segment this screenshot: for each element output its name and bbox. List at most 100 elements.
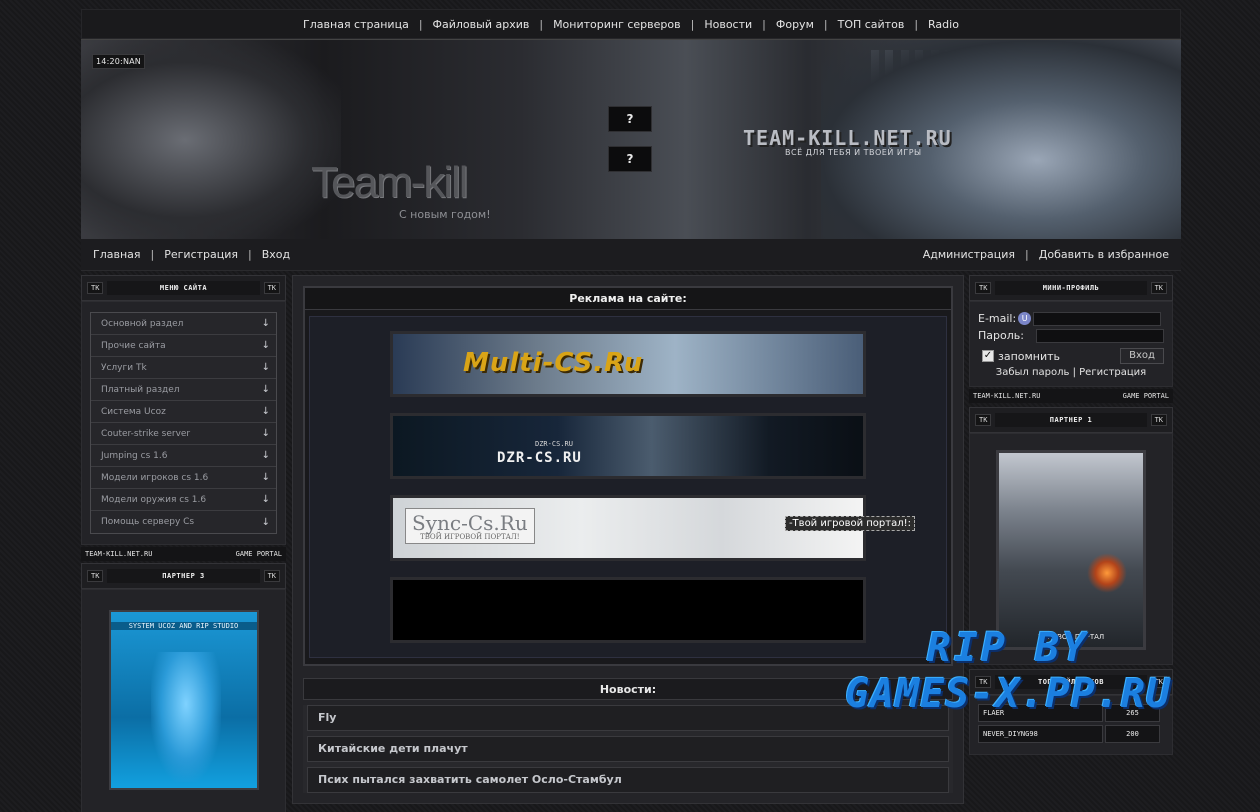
main-frame: Реклама на сайте: Multi-CS.Ru DZR-CS.RU … xyxy=(292,275,964,804)
auth-links: Забыл пароль | Регистрация xyxy=(978,367,1164,378)
banner-car-left-image xyxy=(81,40,341,239)
menu-item-label: Couter-strike server xyxy=(101,428,191,439)
site-menu-body: Основной раздел ↓ Прочие сайта ↓ Услуги Tk… xyxy=(81,301,286,545)
menu-item-server-help[interactable]: Помощь серверу Cs ↓ xyxy=(91,511,276,533)
partner1-banner[interactable]: ИГРОВОЙ ПОРТАЛ xyxy=(996,450,1146,650)
tk-badge: TK xyxy=(263,570,280,582)
banner-logo: Team-kill xyxy=(311,158,469,207)
top-uploader-count: 200 xyxy=(1105,725,1160,743)
ad-banner-dzr-cs[interactable]: DZR-CS.RU DZR-CS.RU xyxy=(390,413,866,479)
subnav-home[interactable]: Главная xyxy=(93,248,141,261)
menu-item-weapon-models[interactable]: Модели оружия cs 1.6 ↓ xyxy=(91,489,276,511)
menu-item-label: Услуги Tk xyxy=(101,362,147,373)
forgot-password-link[interactable]: Забыл пароль xyxy=(996,367,1070,378)
arrow-down-icon: ↓ xyxy=(261,516,270,528)
partner3-header: TK Партнер 3 TK xyxy=(81,563,286,589)
links-separator: | xyxy=(1072,367,1076,378)
menu-item-label: Модели игроков cs 1.6 xyxy=(101,472,209,483)
menu-item-label: Jumping cs 1.6 xyxy=(101,450,168,461)
email-row: E-mail: U xyxy=(978,310,1164,327)
menu-item-label: Платный раздел xyxy=(101,384,180,395)
strip-site-name: TEAM-KILL.NET.RU xyxy=(973,392,1041,400)
menu-item-other-sites[interactable]: Прочие сайта ↓ xyxy=(91,335,276,357)
arrow-down-icon: ↓ xyxy=(261,428,270,439)
portal-strip: TEAM-KILL.NET.RU GAME PORTAL xyxy=(969,389,1173,403)
partner3-body: SYSTEM UCOZ AND RIP STUDIO xyxy=(81,589,286,812)
menu-item-label: Прочие сайта xyxy=(101,340,166,351)
banner-question-button[interactable]: ? xyxy=(608,106,652,132)
nav-home[interactable]: Главная страница xyxy=(293,18,419,31)
site-menu: Основной раздел ↓ Прочие сайта ↓ Услуги Tk… xyxy=(90,312,277,534)
menu-item-jumping[interactable]: Jumping cs 1.6 ↓ xyxy=(91,445,276,467)
news-item[interactable]: Китайские дети плачут xyxy=(307,736,949,762)
partner3-banner[interactable]: SYSTEM UCOZ AND RIP STUDIO xyxy=(108,610,259,790)
nav-news[interactable]: Новости xyxy=(694,18,762,31)
nav-separator: | xyxy=(1025,248,1029,261)
mini-profile-header: TK Мини-профиль TK xyxy=(969,275,1173,301)
arrow-down-icon: ↓ xyxy=(261,472,270,483)
ucoz-icon: U xyxy=(1018,312,1032,325)
remember-row: ✓ запомнить Вход xyxy=(978,348,1164,364)
explosion-image xyxy=(1087,553,1127,593)
left-column: TK Меню сайта TK Основной раздел ↓ Прочие… xyxy=(81,275,286,812)
banner-question-button[interactable]: ? xyxy=(608,146,652,172)
top-navigation: Главная страница | Файловый архив | Монито… xyxy=(81,9,1181,39)
ad-banner-text: DZR-CS.RU xyxy=(497,450,582,466)
menu-item-label: Система Ucoz xyxy=(101,406,166,417)
menu-item-services[interactable]: Услуги Tk ↓ xyxy=(91,357,276,379)
login-button[interactable]: Вход xyxy=(1120,348,1164,364)
partner1-header: TK Партнер 1 TK xyxy=(969,407,1173,433)
nav-server-monitoring[interactable]: Мониторинг серверов xyxy=(543,18,691,31)
tk-badge: TK xyxy=(87,282,104,294)
ad-banner-logo: Sync-Cs.Ru ТВОЙ ИГРОВОЙ ПОРТАЛ! xyxy=(405,508,535,544)
subnav-left: Главная | Регистрация | Вход xyxy=(93,248,290,261)
email-label: E-mail: xyxy=(978,312,1017,325)
subnav-add-favorite[interactable]: Добавить в избранное xyxy=(1039,248,1169,261)
remember-checkbox[interactable]: ✓ xyxy=(982,350,994,362)
menu-item-ucoz-system[interactable]: Система Ucoz ↓ xyxy=(91,401,276,423)
remember-label: запомнить xyxy=(998,349,1061,363)
register-link[interactable]: Регистрация xyxy=(1079,367,1146,378)
ad-banner-multi-cs[interactable]: Multi-CS.Ru xyxy=(390,331,866,397)
email-field[interactable] xyxy=(1033,311,1162,326)
tk-badge: TK xyxy=(263,282,280,294)
arrow-down-icon: ↓ xyxy=(261,340,270,351)
portal-strip: TEAM-KILL.NET.RU GAME PORTAL xyxy=(81,547,286,561)
ads-title: Реклама на сайте: xyxy=(305,288,951,310)
arrow-down-icon: ↓ xyxy=(261,406,270,417)
nav-forum[interactable]: Форум xyxy=(766,18,824,31)
arrow-down-icon: ↓ xyxy=(261,318,270,329)
arrow-down-icon: ↓ xyxy=(261,450,270,461)
banner-site-subtitle: ВСЁ ДЛЯ ТЕБЯ И ТВОЕЙ ИГРЫ xyxy=(785,148,922,157)
subnav-register[interactable]: Регистрация xyxy=(164,248,238,261)
subnav-login[interactable]: Вход xyxy=(262,248,290,261)
login-form: E-mail: U Пароль: ✓ запомнить Вход Забыл… xyxy=(969,301,1173,387)
top-uploader-name[interactable]: NEVER_DIYNG98 xyxy=(978,725,1103,743)
nav-top-sites[interactable]: ТОП сайтов xyxy=(828,18,915,31)
menu-item-main-section[interactable]: Основной раздел ↓ xyxy=(91,313,276,335)
rip-watermark: RIP BY GAMES-X.PP.RU xyxy=(788,628,1228,714)
arrow-down-icon: ↓ xyxy=(261,494,270,505)
news-item[interactable]: Псих пытался захватить самолет Осло-Стам… xyxy=(307,767,949,793)
ad-banner-sync-cs[interactable]: Sync-Cs.Ru ТВОЙ ИГРОВОЙ ПОРТАЛ! -Твой игр… xyxy=(390,495,915,561)
password-field[interactable] xyxy=(1036,328,1164,343)
watermark-line2: GAMES-X.PP.RU xyxy=(844,671,1172,717)
menu-item-label: Помощь серверу Cs xyxy=(101,517,195,527)
subnav-right: Администрация | Добавить в избранное xyxy=(923,248,1169,261)
arrow-down-icon: ↓ xyxy=(261,362,270,373)
menu-item-player-models[interactable]: Модели игроков cs 1.6 ↓ xyxy=(91,467,276,489)
ad-banner-text: Multi-CS.Ru xyxy=(463,348,644,378)
menu-item-cs-server[interactable]: Couter-strike server ↓ xyxy=(91,423,276,445)
clock: 14:20:NAN xyxy=(92,54,145,69)
menu-item-paid-section[interactable]: Платный раздел ↓ xyxy=(91,379,276,401)
ads-box: Реклама на сайте: Multi-CS.Ru DZR-CS.RU … xyxy=(303,286,953,666)
menu-item-label: Основной раздел xyxy=(101,318,184,329)
nav-file-archive[interactable]: Файловый архив xyxy=(423,18,540,31)
nav-radio[interactable]: Radio xyxy=(918,18,969,31)
ad-banner-logo-subtext: ТВОЙ ИГРОВОЙ ПОРТАЛ! xyxy=(420,533,520,541)
site-menu-header: TK Меню сайта TK xyxy=(81,275,286,301)
nav-separator: | xyxy=(150,248,155,261)
menu-item-label: Модели оружия cs 1.6 xyxy=(101,494,207,505)
strip-site-name: TEAM-KILL.NET.RU xyxy=(85,550,153,558)
subnav-administration[interactable]: Администрация xyxy=(923,248,1015,261)
